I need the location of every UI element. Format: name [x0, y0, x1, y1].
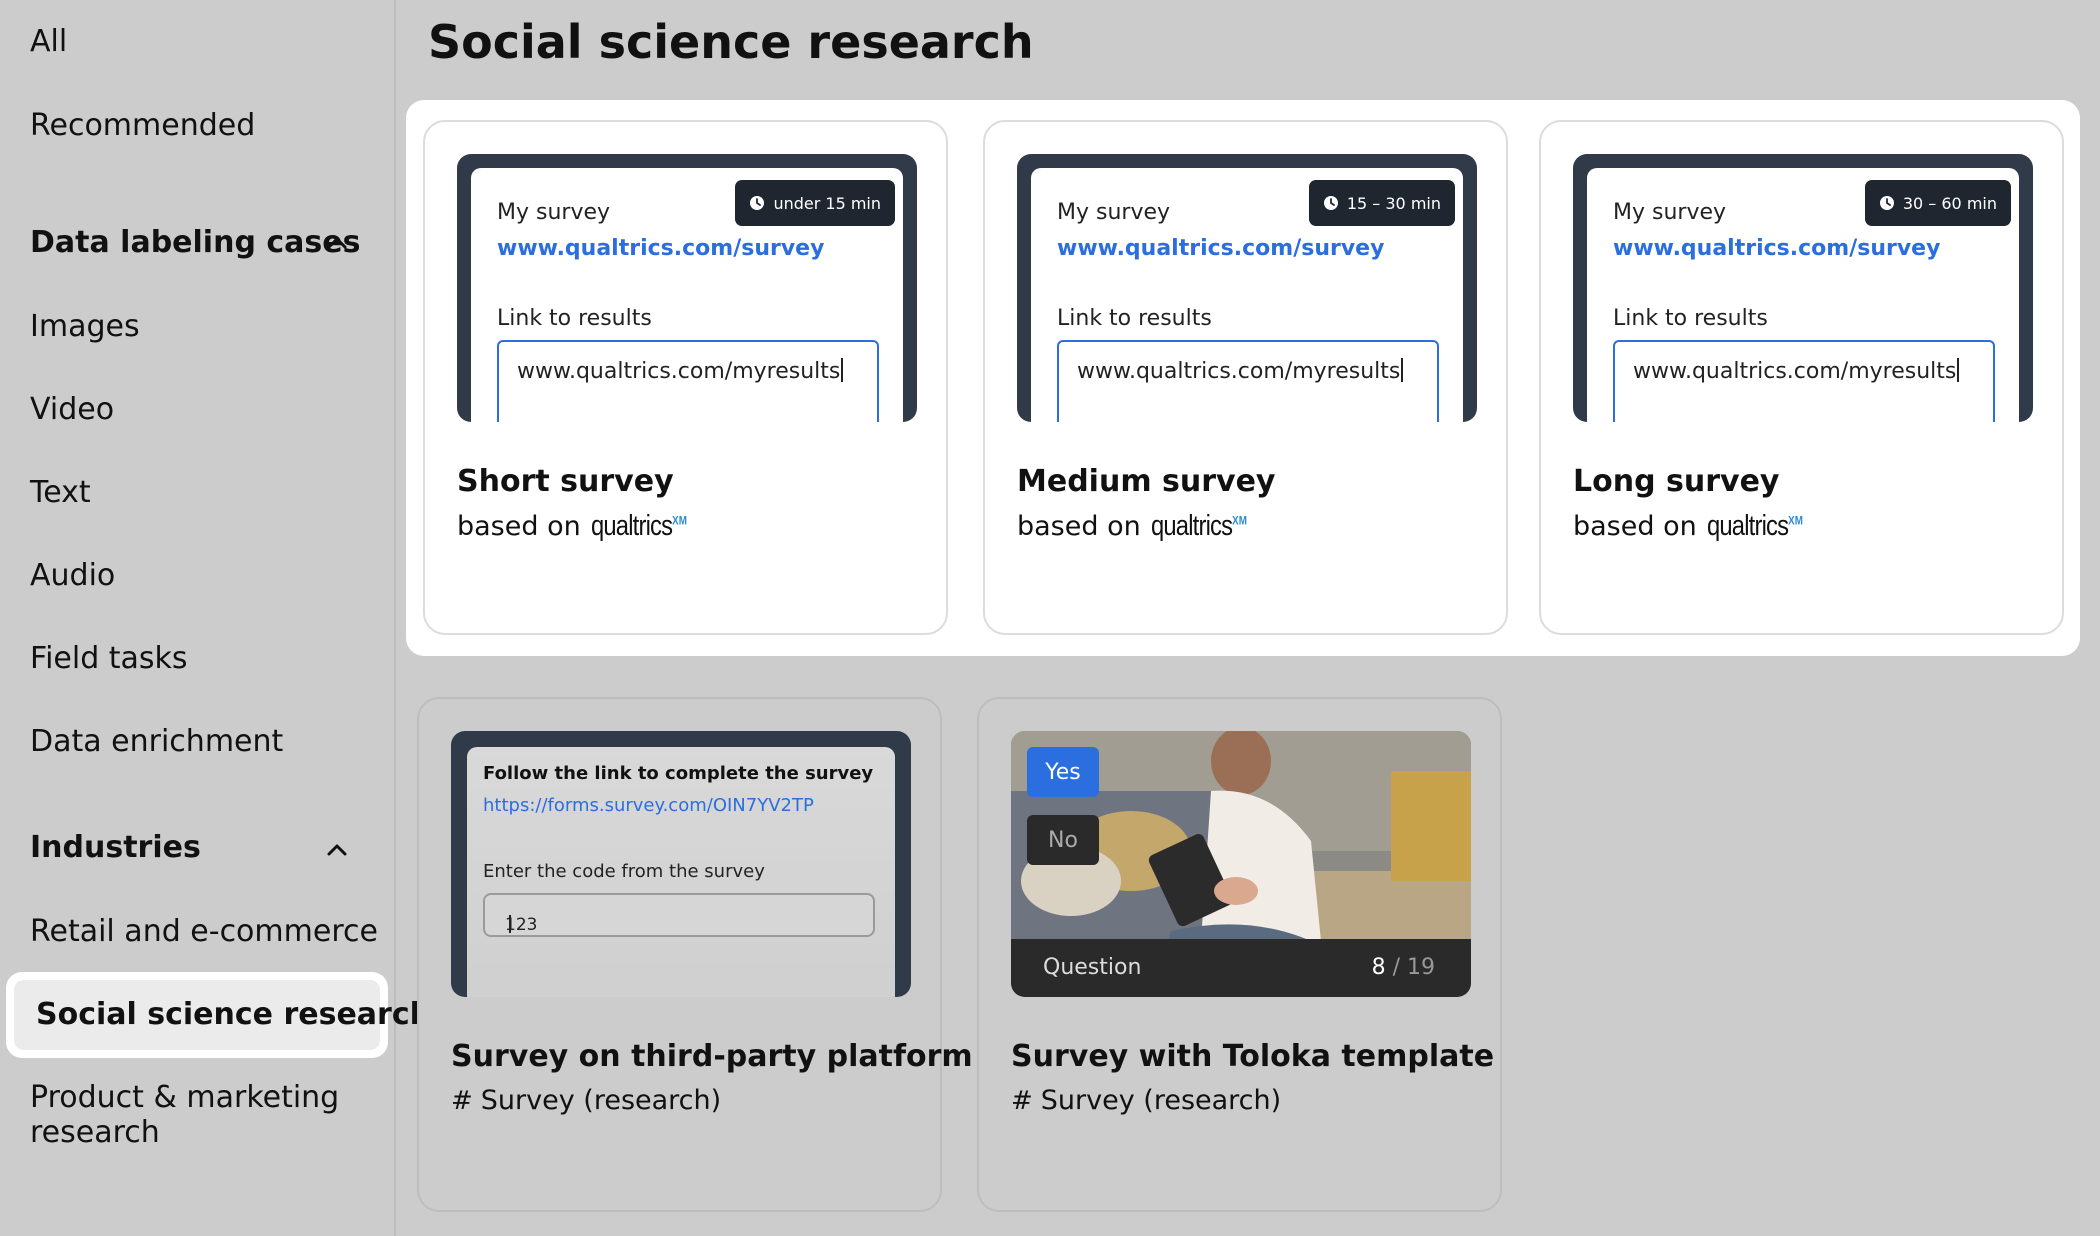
preview-results-input: www.qualtrics.com/myresults: [497, 340, 879, 422]
question-counter: 8 / 19: [1371, 955, 1435, 980]
card-tag: # Survey (research): [1011, 1085, 1281, 1116]
card-medium-survey[interactable]: My survey www.qualtrics.com/survey Link …: [983, 120, 1508, 635]
based-on-label: based on: [1573, 511, 1697, 542]
card-subtitle: based on qualtricsXM: [1017, 510, 1268, 543]
clock-icon: [750, 196, 765, 210]
preview-results-value: www.qualtrics.com/myresults: [1077, 359, 1401, 384]
card-subtitle: based on qualtricsXM: [1573, 510, 1824, 543]
card-long-survey[interactable]: My survey www.qualtrics.com/survey Link …: [1539, 120, 2064, 635]
based-on-label: based on: [457, 511, 581, 542]
card-preview-photo: Yes No Question 8 / 19: [1011, 731, 1471, 997]
sidebar-section-industries[interactable]: Industries: [30, 830, 201, 866]
card-survey-third-party[interactable]: Follow the link to complete the survey h…: [417, 697, 973, 1212]
card-tag: # Survey (research): [451, 1085, 721, 1116]
card-preview: My survey www.qualtrics.com/survey Link …: [1017, 154, 1477, 422]
question-label: Question: [1043, 955, 1142, 980]
preview-my-survey: My survey: [497, 200, 611, 225]
based-on-label: based on: [1017, 511, 1141, 542]
preview-screen: My survey www.qualtrics.com/survey Link …: [1031, 168, 1463, 422]
preview-screen: Follow the link to complete the survey h…: [467, 747, 895, 997]
tag-label: Survey (research): [480, 1085, 722, 1116]
tag-label: Survey (research): [1040, 1085, 1282, 1116]
hash-icon: #: [1011, 1086, 1033, 1116]
preview-survey-link: www.qualtrics.com/survey: [1057, 236, 1385, 261]
preview-screen: My survey www.qualtrics.com/survey Link …: [1587, 168, 2019, 422]
duration-badge: 15 – 30 min: [1308, 180, 1455, 226]
card-preview: My survey www.qualtrics.com/survey Link …: [1573, 154, 2033, 422]
preview-link-to-results: Link to results: [1613, 306, 1768, 331]
sidebar-item-all[interactable]: All: [30, 24, 67, 60]
no-button: No: [1027, 815, 1099, 865]
preview-link-to-results: Link to results: [1057, 306, 1212, 331]
duration-label: under 15 min: [773, 193, 881, 213]
card-title: Long survey: [1573, 464, 1780, 499]
preview-my-survey: My survey: [1613, 200, 1727, 225]
sidebar-item-retail[interactable]: Retail and e-commerce: [30, 914, 378, 950]
sidebar-section-data-labeling[interactable]: Data labeling cases: [30, 225, 360, 261]
clock-icon: [1323, 196, 1338, 210]
page-title: Social science research: [428, 15, 1034, 69]
preview-survey-link: www.qualtrics.com/survey: [497, 236, 825, 261]
yes-button: Yes: [1027, 747, 1099, 797]
card-subtitle: based on qualtricsXM: [457, 510, 708, 543]
preview-screen: My survey www.qualtrics.com/survey Link …: [471, 168, 903, 422]
sidebar-item-text[interactable]: Text: [30, 475, 91, 511]
preview-results-value: www.qualtrics.com/myresults: [1633, 359, 1957, 384]
sidebar-item-field-tasks[interactable]: Field tasks: [30, 641, 188, 677]
card-survey-toloka[interactable]: Yes No Question 8 / 19 Survey with Tolok…: [977, 697, 1502, 1212]
sidebar-item-social-science-active[interactable]: Social science research: [6, 972, 431, 1058]
card-preview: Follow the link to complete the survey h…: [451, 731, 911, 997]
preview-code-label: Enter the code from the survey: [483, 861, 765, 882]
preview-link: https://forms.survey.com/OIN7YV2TP: [483, 795, 814, 816]
duration-badge: under 15 min: [735, 180, 895, 226]
preview-results-input: www.qualtrics.com/myresults: [1057, 340, 1439, 422]
preview-code-input: 123: [483, 893, 875, 937]
sidebar-item-data-enrichment[interactable]: Data enrichment: [30, 724, 283, 760]
sidebar-item-recommended[interactable]: Recommended: [30, 108, 255, 144]
preview-results-input: www.qualtrics.com/myresults: [1613, 340, 1995, 422]
sidebar-item-label: Social science research: [36, 997, 431, 1032]
card-title: Survey on third-party platform: [451, 1039, 973, 1074]
sidebar-item-images[interactable]: Images: [30, 309, 140, 345]
preview-survey-link: www.qualtrics.com/survey: [1613, 236, 1941, 261]
sidebar-item-audio[interactable]: Audio: [30, 558, 115, 594]
preview-results-value: www.qualtrics.com/myresults: [517, 359, 841, 384]
chevron-up-icon[interactable]: [326, 839, 348, 861]
clock-icon: [1879, 196, 1894, 210]
sidebar-item-video[interactable]: Video: [30, 392, 114, 428]
duration-badge: 30 – 60 min: [1864, 180, 2011, 226]
card-preview: My survey www.qualtrics.com/survey Link …: [457, 154, 917, 422]
qualtrics-logo: qualtricsXM: [590, 510, 687, 542]
duration-label: 15 – 30 min: [1346, 193, 1441, 213]
qualtrics-logo: qualtricsXM: [1150, 510, 1247, 542]
preview-link-to-results: Link to results: [497, 306, 652, 331]
qualtrics-logo: qualtricsXM: [1706, 510, 1803, 542]
preview-my-survey: My survey: [1057, 200, 1171, 225]
question-bar: Question 8 / 19: [1011, 939, 1471, 997]
card-title: Medium survey: [1017, 464, 1276, 499]
sidebar: All Recommended Data labeling cases Imag…: [0, 0, 431, 1236]
card-title: Short survey: [457, 464, 674, 499]
preview-heading: Follow the link to complete the survey: [483, 763, 874, 784]
card-short-survey[interactable]: My survey www.qualtrics.com/survey Link …: [423, 120, 948, 635]
card-title: Survey with Toloka template: [1011, 1039, 1495, 1074]
duration-label: 30 – 60 min: [1902, 193, 1997, 213]
chevron-up-icon[interactable]: [326, 232, 348, 254]
hash-icon: #: [451, 1086, 473, 1116]
sidebar-item-product-marketing[interactable]: Product & marketing: [30, 1080, 339, 1116]
active-highlight: Social science research: [14, 980, 431, 1050]
sidebar-item-product-marketing-line2[interactable]: research: [30, 1115, 160, 1151]
